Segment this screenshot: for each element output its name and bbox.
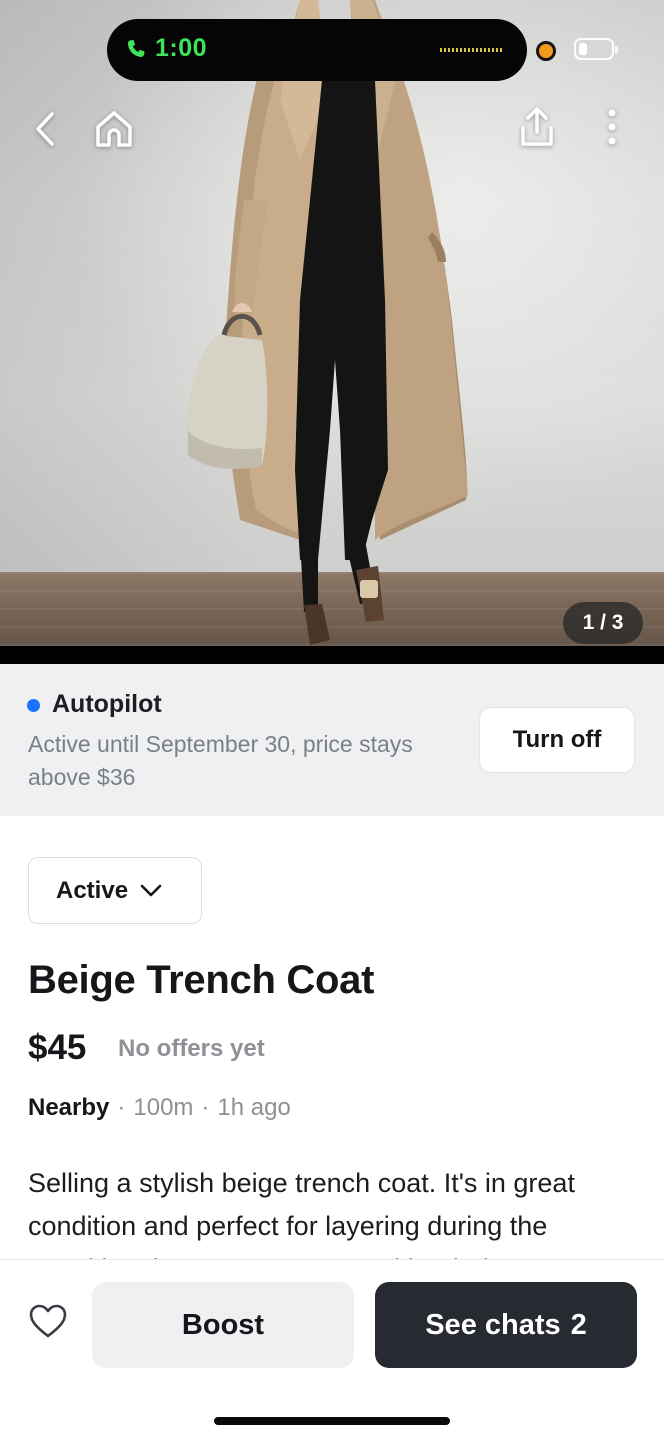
recording-indicator: [536, 41, 556, 61]
audio-waveform: [440, 48, 504, 52]
more-icon: [608, 109, 616, 145]
battery-icon: [574, 38, 618, 60]
boost-button[interactable]: Boost: [92, 1282, 354, 1368]
photo-counter: 1 / 3: [563, 602, 643, 644]
listing-photo[interactable]: 1 / 3: [0, 0, 664, 664]
listing-price: $45: [28, 1028, 87, 1067]
offers-status: No offers yet: [118, 1035, 265, 1062]
home-button[interactable]: [90, 105, 138, 153]
autopilot-title: Autopilot: [52, 690, 162, 718]
back-button[interactable]: [22, 105, 70, 153]
chevron-down-icon: [140, 884, 162, 896]
home-indicator[interactable]: [214, 1417, 450, 1425]
turn-off-autopilot-button[interactable]: Turn off: [479, 707, 635, 773]
listing-status-label: Active: [56, 876, 129, 904]
listing-status-dropdown[interactable]: Active: [28, 857, 202, 924]
autopilot-description: Active until September 30, price stays a…: [28, 731, 413, 790]
listing-meta: Nearby · 100m · 1h ago: [28, 1094, 291, 1121]
autopilot-status-dot: [27, 699, 40, 712]
chats-count: 2: [570, 1308, 587, 1341]
call-duration: 1:00: [155, 34, 208, 62]
trench-coat-figure: [187, 0, 468, 645]
phone-icon: [127, 39, 145, 57]
call-indicator[interactable]: 1:00: [125, 34, 207, 63]
see-chats-button[interactable]: See chats 2: [375, 1282, 637, 1368]
back-icon: [36, 112, 54, 146]
see-chats-label: See chats: [425, 1308, 561, 1341]
share-button[interactable]: [513, 103, 561, 151]
home-icon: [96, 111, 132, 147]
listing-posted-time: 1h ago: [217, 1094, 291, 1121]
listing-description: Selling a stylish beige trench coat. It'…: [28, 1168, 575, 1260]
heart-icon: [29, 1304, 67, 1338]
listing-description-container: Selling a stylish beige trench coat. It'…: [0, 1160, 664, 1260]
share-icon: [521, 107, 553, 146]
dynamic-island[interactable]: 1:00: [107, 19, 527, 81]
listing-title: Beige Trench Coat: [28, 958, 375, 1002]
listing-location: Nearby: [28, 1094, 110, 1121]
more-options-button[interactable]: [588, 103, 636, 151]
listing-distance: 100m: [133, 1094, 194, 1121]
favorite-button[interactable]: [26, 1299, 70, 1343]
